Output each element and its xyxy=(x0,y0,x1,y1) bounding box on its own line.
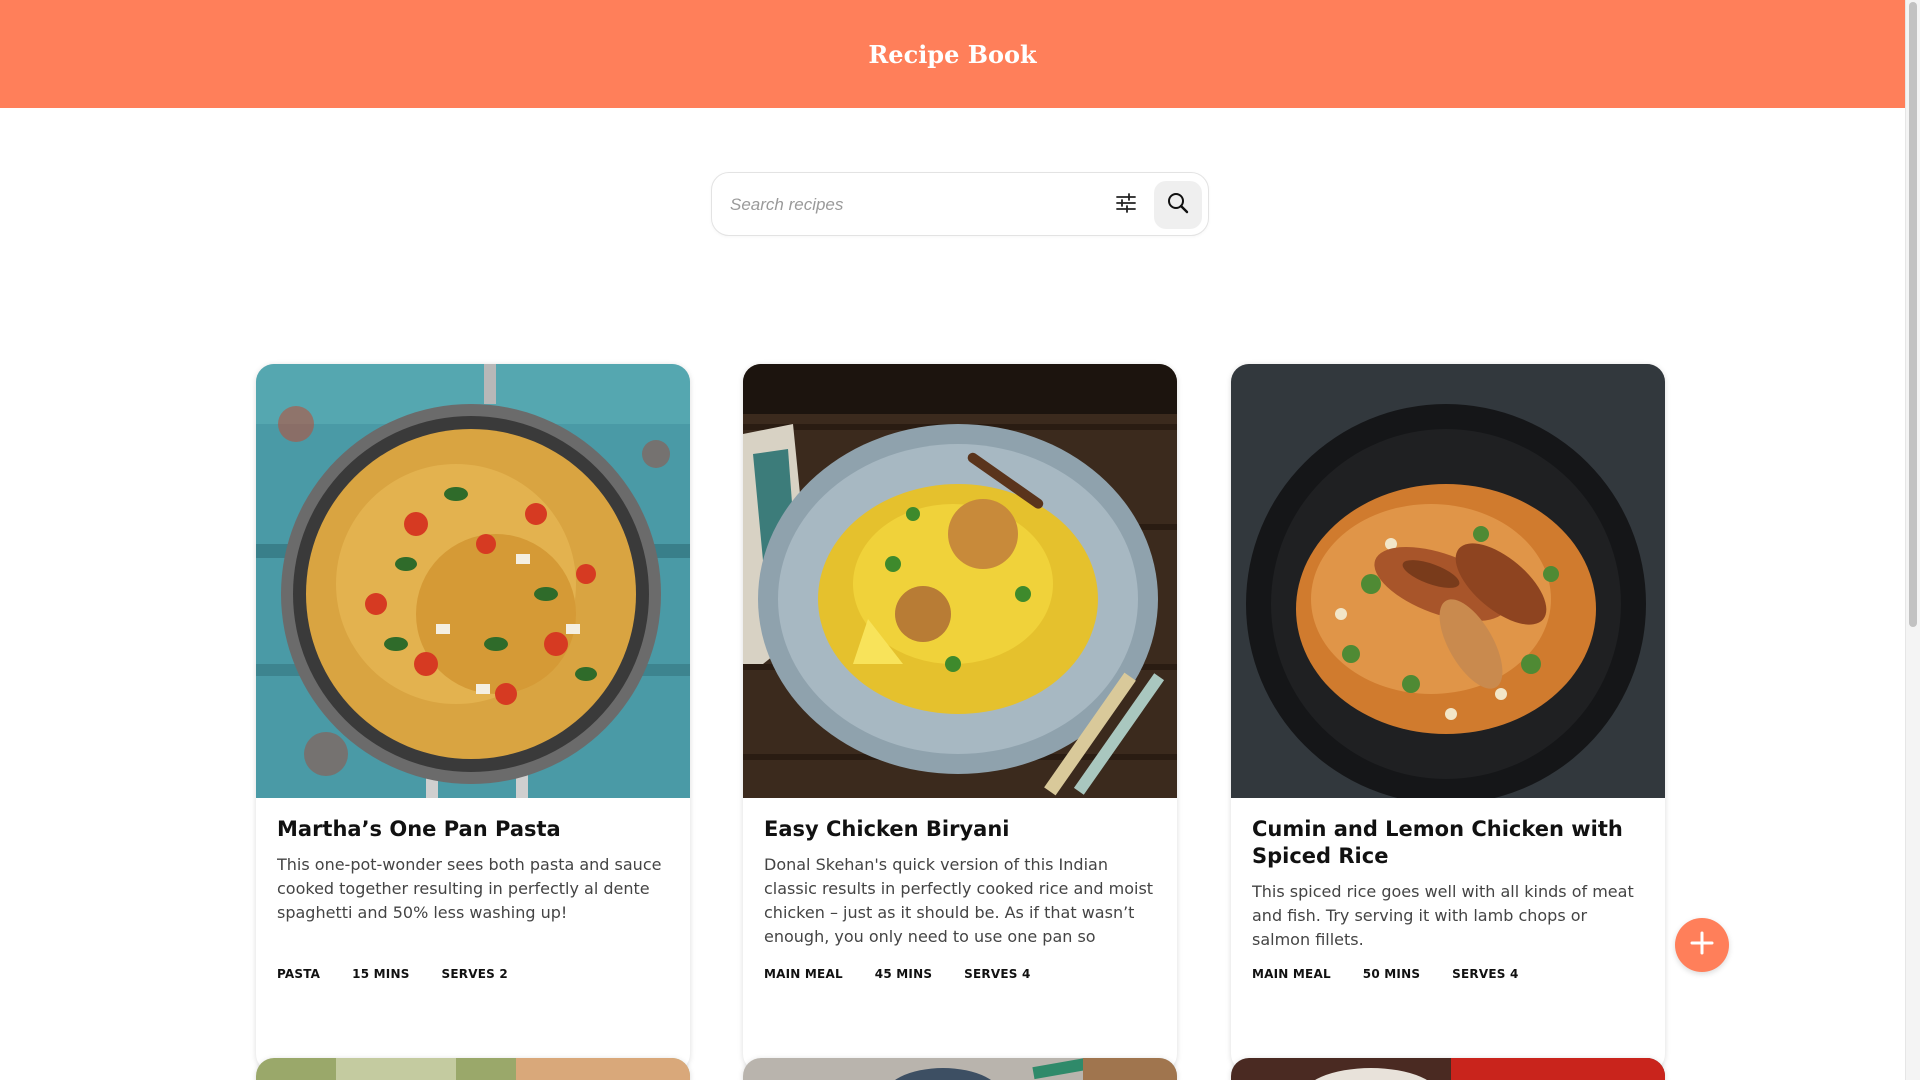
plus-icon xyxy=(1689,930,1715,961)
app-title: Recipe Book xyxy=(868,39,1037,69)
recipe-card-peek[interactable] xyxy=(743,1058,1177,1080)
recipe-servings: SERVES 2 xyxy=(441,967,508,981)
recipe-description: This one-pot-wonder sees both pasta and … xyxy=(277,855,662,922)
search-icon xyxy=(1166,191,1190,220)
recipe-title[interactable]: Martha’s One Pan Pasta xyxy=(277,816,669,843)
scrollbar[interactable] xyxy=(1905,0,1920,1080)
recipe-card-peek[interactable] xyxy=(1231,1058,1665,1080)
recipe-servings: SERVES 4 xyxy=(964,967,1031,981)
recipe-description: This spiced rice goes well with all kind… xyxy=(1252,882,1634,949)
recipe-category: PASTA xyxy=(277,967,321,981)
recipe-tags: MAIN MEAL 45 MINS SERVES 4 xyxy=(764,967,1156,981)
recipe-time: 15 MINS xyxy=(352,967,410,981)
recipe-card-peek[interactable] xyxy=(256,1058,690,1080)
recipe-image xyxy=(256,364,690,798)
recipe-time: 50 MINS xyxy=(1362,967,1421,981)
recipe-tags: PASTA 15 MINS SERVES 2 xyxy=(277,967,669,981)
recipe-image xyxy=(1231,1058,1665,1080)
recipe-title[interactable]: Cumin and Lemon Chicken with Spiced Rice xyxy=(1252,816,1644,870)
recipe-category: MAIN MEAL xyxy=(1252,967,1331,981)
search-bar xyxy=(711,172,1209,236)
recipe-image xyxy=(743,1058,1177,1080)
recipe-title[interactable]: Easy Chicken Biryani xyxy=(764,816,1156,843)
recipe-image xyxy=(1231,364,1665,798)
recipe-time: 45 MINS xyxy=(874,967,933,981)
recipe-card[interactable]: Martha’s One Pan Pasta This one-pot-wond… xyxy=(256,364,690,1072)
recipe-description: Donal Skehan's quick version of this Ind… xyxy=(764,855,1154,946)
recipe-image xyxy=(743,364,1177,798)
app-header: Recipe Book xyxy=(0,0,1905,108)
filter-button[interactable] xyxy=(1108,187,1144,223)
search-input[interactable] xyxy=(730,187,1090,223)
recipe-card[interactable]: Cumin and Lemon Chicken with Spiced Rice… xyxy=(1231,364,1665,1072)
search-button[interactable] xyxy=(1154,181,1202,229)
scrollbar-thumb[interactable] xyxy=(1909,2,1917,627)
recipe-card[interactable]: Easy Chicken Biryani Donal Skehan's quic… xyxy=(743,364,1177,1072)
sliders-icon xyxy=(1115,192,1137,219)
add-recipe-button[interactable] xyxy=(1675,918,1729,972)
recipe-servings: SERVES 4 xyxy=(1452,967,1519,981)
recipe-tags: MAIN MEAL 50 MINS SERVES 4 xyxy=(1252,967,1644,981)
recipe-image xyxy=(256,1058,690,1080)
recipe-category: MAIN MEAL xyxy=(764,967,843,981)
